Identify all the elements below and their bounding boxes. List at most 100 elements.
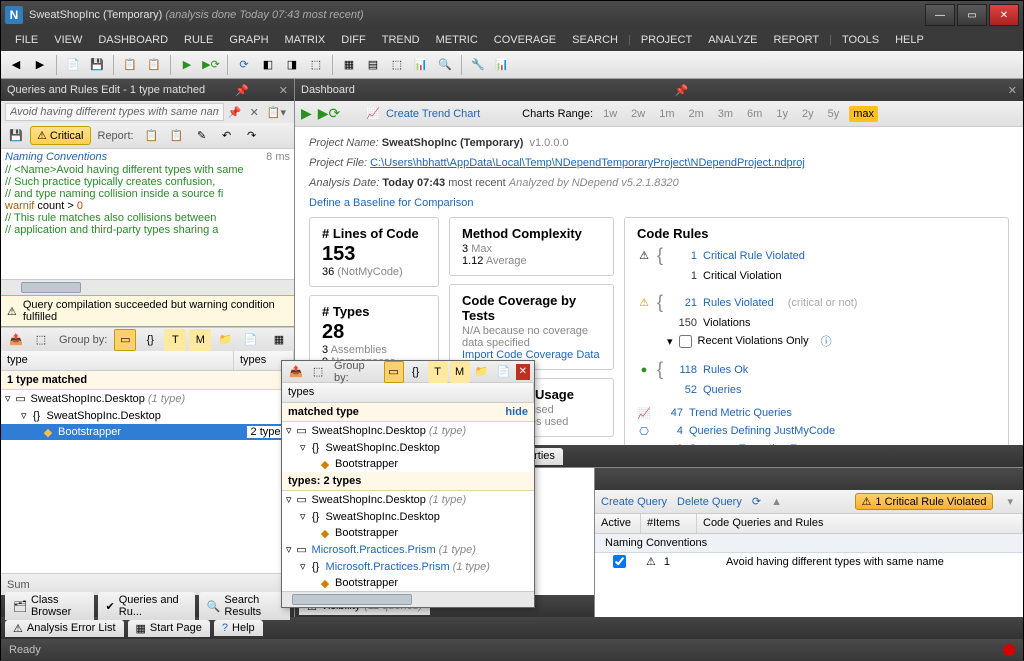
tab-help[interactable]: ?Help: [214, 620, 263, 636]
tree-row[interactable]: ◆Bootstrapper: [282, 575, 534, 591]
pin-icon[interactable]: 📌: [235, 84, 249, 97]
rule-link[interactable]: Rules Violated: [703, 297, 774, 309]
run-refresh-button[interactable]: ▶⟳: [318, 105, 341, 122]
menu-rule[interactable]: RULE: [176, 32, 221, 48]
project-file-link[interactable]: C:\Users\hbhatt\AppData\Local\Temp\NDepe…: [370, 157, 805, 169]
tb-btn-j[interactable]: 📊: [410, 54, 432, 76]
group-asm-btn[interactable]: ▭: [114, 329, 136, 351]
range-1w[interactable]: 1w: [599, 106, 621, 122]
save-button[interactable]: 💾: [86, 54, 108, 76]
menu-diff[interactable]: DIFF: [333, 32, 373, 48]
menu-graph[interactable]: GRAPH: [221, 32, 276, 48]
recent-only-checkbox[interactable]: [679, 335, 692, 348]
rule-count[interactable]: 1: [671, 250, 697, 262]
tree-ns-row[interactable]: ▿ {} SweatShopInc.Desktop: [1, 407, 294, 424]
tree-row[interactable]: ◆Bootstrapper: [282, 456, 534, 472]
menu-dashboard[interactable]: DASHBOARD: [90, 32, 176, 48]
popup-export-btn[interactable]: 📤: [286, 361, 306, 383]
run-alt-button[interactable]: ▶⟳: [200, 54, 222, 76]
tb-btn-e[interactable]: ◨: [281, 54, 303, 76]
group-m-btn[interactable]: M: [189, 329, 211, 351]
create-trend-link[interactable]: Create Trend Chart: [386, 108, 480, 120]
rule-count[interactable]: 21: [671, 297, 697, 309]
tab-error-list[interactable]: ⚠Analysis Error List: [5, 620, 124, 637]
group-file-btn[interactable]: 📄: [494, 361, 514, 383]
tab-menu-icon[interactable]: 📋▾: [263, 106, 290, 119]
menu-report[interactable]: REPORT: [766, 32, 828, 48]
redo-btn[interactable]: ↷: [241, 125, 263, 147]
range-5y[interactable]: 5y: [824, 106, 844, 122]
expand-icon[interactable]: ▿: [286, 493, 292, 506]
rule-link[interactable]: Queries: [703, 384, 742, 396]
tb-btn-g[interactable]: ▦: [338, 54, 360, 76]
report-btn-1[interactable]: 📋: [141, 125, 163, 147]
range-2w[interactable]: 2w: [627, 106, 649, 122]
close-pane-icon[interactable]: ✕: [1008, 84, 1017, 97]
range-6m[interactable]: 6m: [743, 106, 766, 122]
popup-close-button[interactable]: ✕: [516, 364, 530, 380]
critical-summary-chip[interactable]: ⚠ 1 Critical Rule Violated: [855, 493, 994, 510]
menu-matrix[interactable]: MATRIX: [277, 32, 334, 48]
tree-chart-btn[interactable]: ▦: [268, 329, 290, 351]
report-btn-2[interactable]: 📋: [166, 125, 188, 147]
menu-project[interactable]: PROJECT: [633, 32, 700, 48]
menu-coverage[interactable]: COVERAGE: [486, 32, 564, 48]
menu-search[interactable]: SEARCH: [564, 32, 626, 48]
tree-row[interactable]: ▿▭SweatShopInc.Desktop(1 type): [282, 491, 534, 508]
rule-link[interactable]: Rules Ok: [703, 364, 748, 376]
baseline-link[interactable]: Define a Baseline for Comparison: [309, 197, 473, 209]
range-2m[interactable]: 2m: [684, 106, 707, 122]
range-max[interactable]: max: [849, 106, 878, 122]
tb-btn-l[interactable]: 🔧: [467, 54, 489, 76]
tb-btn-m[interactable]: 📊: [491, 54, 513, 76]
popup-hide-link[interactable]: hide: [505, 406, 528, 418]
rule-link[interactable]: Critical Rule Violated: [703, 250, 805, 262]
group-type-btn[interactable]: T: [428, 361, 448, 383]
file-button[interactable]: 📄: [62, 54, 84, 76]
tree-row[interactable]: ▿▭Microsoft.Practices.Prism(1 type): [282, 541, 534, 558]
tb-btn-d[interactable]: ◧: [257, 54, 279, 76]
col-active[interactable]: Active: [595, 514, 641, 533]
run-button[interactable]: ▶: [301, 105, 312, 122]
col-queries[interactable]: Code Queries and Rules: [697, 514, 1023, 533]
tree-row[interactable]: ▿{}SweatShopInc.Desktop: [282, 508, 534, 525]
menu-view[interactable]: VIEW: [46, 32, 90, 48]
query-name-input[interactable]: [5, 103, 224, 121]
refresh-icon[interactable]: ⟳: [752, 495, 761, 508]
popup-col[interactable]: types: [282, 383, 534, 402]
rule-link[interactable]: Queries Defining JustMyCode: [689, 425, 835, 437]
tb-btn-f[interactable]: ⬚: [305, 54, 327, 76]
tb-btn-i[interactable]: ⬚: [386, 54, 408, 76]
forward-button[interactable]: ▶: [29, 54, 51, 76]
tab-start-page[interactable]: ▦Start Page: [128, 620, 210, 637]
menu-trend[interactable]: TREND: [374, 32, 428, 48]
critical-toggle[interactable]: ⚠ Critical: [30, 126, 91, 145]
rules-group-row[interactable]: Naming Conventions: [595, 534, 1023, 553]
tree-row[interactable]: ◆Bootstrapper: [282, 525, 534, 541]
expand-icon[interactable]: ▿: [286, 424, 292, 437]
expand-icon[interactable]: ▿: [5, 392, 11, 405]
range-1y[interactable]: 1y: [772, 106, 792, 122]
expand-icon[interactable]: ▿: [21, 409, 27, 422]
group-type-btn[interactable]: T: [164, 329, 186, 351]
code-editor[interactable]: Naming Conventions 8 ms // <Name>Avoid h…: [1, 149, 294, 279]
group-folder-btn[interactable]: 📁: [472, 361, 492, 383]
tab-class-browser[interactable]: 🗂Class Browser: [5, 592, 94, 620]
tb-btn-b[interactable]: 📋: [143, 54, 165, 76]
menu-metric[interactable]: METRIC: [428, 32, 486, 48]
tb-btn-k[interactable]: 🔍: [434, 54, 456, 76]
tree-row[interactable]: ▿{}SweatShopInc.Desktop: [282, 439, 534, 456]
col-type[interactable]: type: [1, 351, 234, 370]
maximize-button[interactable]: ▭: [957, 4, 987, 26]
tree-row[interactable]: ▿{}Microsoft.Practices.Prism(1 type): [282, 558, 534, 575]
group-ns-btn[interactable]: {}: [139, 329, 161, 351]
expand-icon[interactable]: ▿: [286, 543, 292, 556]
col-items[interactable]: #Items: [641, 514, 697, 533]
tab-queries-rules[interactable]: ✔Queries and Ru...: [98, 592, 195, 620]
tree-asm-row[interactable]: ▿ ▭ SweatShopInc.Desktop (1 type): [1, 390, 294, 407]
range-1m[interactable]: 1m: [655, 106, 678, 122]
export-btn[interactable]: 📤: [5, 329, 27, 351]
refresh-button[interactable]: ⟳: [233, 54, 255, 76]
menu-help[interactable]: HELP: [887, 32, 932, 48]
tree-row[interactable]: ▿▭SweatShopInc.Desktop(1 type): [282, 422, 534, 439]
